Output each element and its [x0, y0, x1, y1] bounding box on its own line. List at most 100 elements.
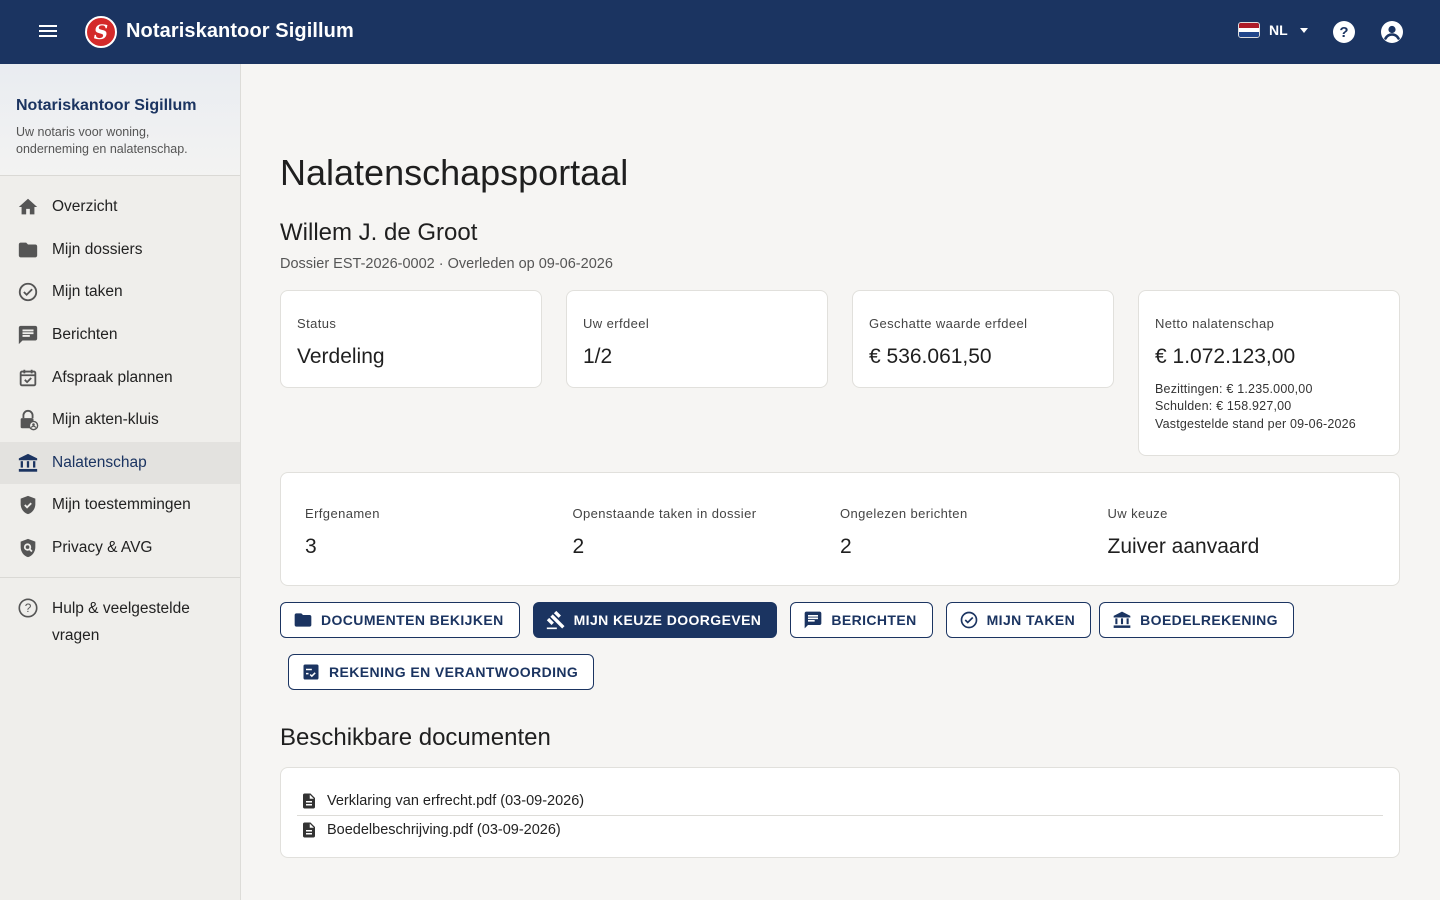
bezittingen-line: Bezittingen: € 1.235.000,00	[1155, 382, 1313, 396]
button-label: BOEDELREKENING	[1140, 612, 1278, 628]
sidebar-item-mijn-toestemmingen[interactable]: Mijn toestemmingen	[0, 484, 240, 527]
stat-value: € 536.061,50	[869, 345, 992, 368]
summary-label: Erfgenamen	[305, 506, 380, 521]
summary-erfgenamen: Erfgenamen 3	[305, 506, 573, 585]
sidebar-nav: Overzicht Mijn dossiers Mijn taken Beric…	[0, 176, 240, 649]
calendar-check-icon	[19, 369, 37, 386]
summary-card: Erfgenamen 3 Openstaande taken in dossie…	[280, 472, 1400, 586]
action-buttons-row-2: REKENING EN VERANTWOORDING	[288, 654, 595, 690]
summary-value: 3	[305, 535, 317, 558]
sidebar-item-label: Privacy & AVG	[52, 539, 153, 557]
button-label: MIJN TAKEN	[986, 612, 1076, 628]
sidebar-item-mijn-akten-kluis[interactable]: Mijn akten-kluis	[0, 399, 240, 442]
document-name: Verklaring van erfrecht.pdf (03-09-2026)	[327, 792, 585, 809]
sidebar-brand-name: Notariskantoor Sigillum	[16, 97, 197, 114]
boedelrekening-button[interactable]: BOEDELREKENING	[1099, 602, 1294, 638]
sidebar-item-label: Mijn taken	[52, 283, 123, 301]
svg-text:?: ?	[25, 601, 32, 615]
sidebar-item-label: Mijn akten-kluis	[52, 411, 159, 429]
document-icon	[303, 822, 315, 838]
sidebar-item-label: Overzicht	[52, 198, 118, 216]
stat-label: Netto nalatenschap	[1155, 316, 1275, 331]
app-title: Notariskantoor Sigillum	[126, 20, 354, 42]
netherlands-flag-icon	[1238, 22, 1260, 38]
stat-card-status: Status Verdeling	[280, 290, 542, 388]
page-title: Nalatenschapsportaal	[280, 152, 629, 193]
sidebar-item-help[interactable]: ? Hulp & veelgestelde vragen	[0, 587, 240, 649]
rekening-en-verantwoording-button[interactable]: REKENING EN VERANTWOORDING	[288, 654, 595, 690]
sidebar-item-label: Mijn toestemmingen	[52, 496, 191, 514]
stat-card-erfdeel: Uw erfdeel 1/2	[566, 290, 828, 388]
summary-label: Openstaande taken in dossier	[572, 506, 757, 521]
sidebar-item-mijn-taken[interactable]: Mijn taken	[0, 271, 240, 314]
caret-down-icon	[1299, 27, 1308, 33]
sidebar-brand-tagline: Uw notaris voor woning, onderneming en n…	[16, 125, 188, 156]
menu-icon[interactable]	[36, 22, 60, 42]
document-name: Boedelbeschrijving.pdf (03-09-2026)	[327, 822, 561, 838]
svg-text:?: ?	[1339, 24, 1348, 41]
language-label: NL	[1269, 22, 1288, 38]
shield-search-icon	[20, 538, 36, 558]
account-icon[interactable]	[1380, 20, 1404, 44]
check-circle-icon	[960, 611, 977, 629]
stat-label: Geschatte waarde erfdeel	[869, 316, 1028, 331]
sidebar: Notariskantoor Sigillum Uw notaris voor …	[0, 64, 241, 900]
sidebar-divider	[0, 577, 240, 579]
mijn-taken-button[interactable]: MIJN TAKEN	[945, 602, 1092, 638]
berichten-button[interactable]: BERICHTEN	[790, 602, 933, 638]
shield-check-icon	[20, 496, 36, 515]
stat-value: Verdeling	[297, 345, 385, 368]
gavel-icon	[546, 610, 565, 630]
folder-icon	[18, 242, 38, 258]
sidebar-item-label: Nalatenschap	[52, 453, 147, 471]
document-icon	[303, 793, 315, 808]
summary-value: 2	[572, 535, 585, 558]
top-app-bar: S Notariskantoor Sigillum NL ?	[0, 0, 1440, 64]
document-item[interactable]: Verklaring van erfrecht.pdf (03-09-2026)	[297, 786, 1383, 815]
deceased-name: Willem J. de Groot	[280, 219, 478, 246]
message-icon	[18, 325, 38, 345]
help-icon[interactable]: ?	[1332, 20, 1356, 44]
sidebar-item-berichten[interactable]: Berichten	[0, 314, 240, 357]
stat-value: € 1.072.123,00	[1155, 345, 1296, 368]
sidebar-item-afspraak-plannen[interactable]: Afspraak plannen	[0, 356, 240, 399]
sidebar-item-nalatenschap[interactable]: Nalatenschap	[0, 441, 240, 485]
stat-card-geschatte-waarde: Geschatte waarde erfdeel € 536.061,50	[852, 290, 1114, 388]
sigillum-logo: S	[85, 16, 117, 48]
help-outline-icon: ?	[18, 598, 38, 618]
sidebar-help-label: Hulp & veelgestelde vragen	[52, 600, 190, 645]
lock-icon	[20, 410, 39, 431]
bank-icon	[18, 453, 38, 472]
language-selector[interactable]: NL	[1238, 22, 1308, 38]
schulden-line: Schulden: € 158.927,00	[1155, 399, 1292, 413]
sidebar-item-label: Mijn dossiers	[52, 240, 143, 258]
mijn-keuze-doorgeven-button[interactable]: MIJN KEUZE DOORGEVEN	[532, 602, 778, 638]
summary-value: Zuiver aanvaard	[1107, 535, 1260, 558]
bank-icon	[1113, 611, 1131, 628]
checklist-icon	[303, 664, 319, 680]
sidebar-item-mijn-dossiers[interactable]: Mijn dossiers	[0, 229, 240, 272]
message-icon	[804, 611, 822, 629]
sidebar-item-overzicht[interactable]: Overzicht	[0, 186, 240, 229]
check-circle-icon	[18, 283, 38, 302]
summary-uw-keuze: Uw keuze Zuiver aanvaard	[1108, 506, 1376, 585]
stat-value: 1/2	[583, 345, 613, 368]
summary-value: 2	[840, 535, 852, 558]
folder-icon	[294, 613, 312, 627]
summary-label: Uw keuze	[1107, 506, 1168, 521]
sidebar-item-label: Berichten	[52, 326, 118, 344]
documenten-bekijken-button[interactable]: DOCUMENTEN BEKIJKEN	[280, 602, 520, 638]
button-label: DOCUMENTEN BEKIJKEN	[321, 612, 504, 628]
action-buttons: DOCUMENTEN BEKIJKEN MIJN KEUZE DOORGEVEN…	[280, 602, 1294, 638]
summary-ongelezen-berichten: Ongelezen berichten 2	[840, 506, 1108, 585]
stat-card-netto-nalatenschap: Netto nalatenschap € 1.072.123,00 Bezitt…	[1138, 290, 1400, 456]
vastgestelde-stand-line: Vastgestelde stand per 09-06-2026	[1155, 417, 1356, 431]
button-label: BERICHTEN	[831, 612, 917, 628]
home-icon	[18, 199, 38, 215]
documents-list: Verklaring van erfrecht.pdf (03-09-2026)…	[280, 767, 1400, 858]
stat-label: Status	[297, 316, 337, 331]
document-item[interactable]: Boedelbeschrijving.pdf (03-09-2026)	[297, 815, 1383, 844]
button-label: MIJN KEUZE DOORGEVEN	[573, 612, 762, 628]
sidebar-item-privacy-avg[interactable]: Privacy & AVG	[0, 527, 240, 570]
documents-section-title: Beschikbare documenten	[280, 724, 551, 751]
